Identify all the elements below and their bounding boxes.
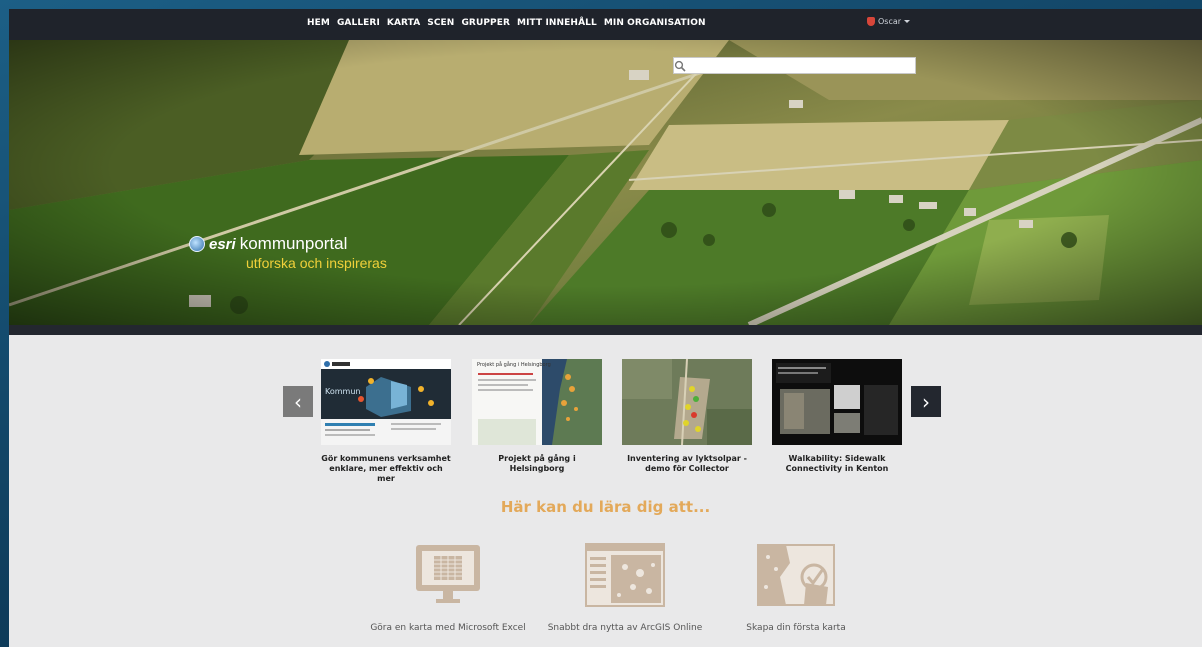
card-title[interactable]: Projekt på gång i Helsingborg (472, 454, 602, 474)
portal-name: kommunportal (239, 234, 348, 253)
nav-item-hem[interactable]: HEM (307, 18, 330, 28)
card-title[interactable]: Inventering av lyktsolpar - demo för Col… (622, 454, 752, 474)
card-thumb-text: Projekt på gång i Helsingborg (477, 362, 551, 368)
chevron-right-icon: › (922, 389, 930, 414)
nav-item-grupper[interactable]: GRUPPER (461, 18, 510, 28)
card-title[interactable]: Gör kommunens verksamhet enklare, mer ef… (321, 454, 451, 484)
search-input[interactable] (674, 63, 897, 79)
user-name: Oscar (878, 17, 902, 26)
monitor-spreadsheet-icon (416, 545, 480, 603)
learn-card-first-map[interactable]: Skapa din första karta (716, 543, 876, 634)
nav-item-galleri[interactable]: GALLERI (337, 18, 380, 28)
gallery-card[interactable]: Projekt på gång i Helsingborg Projekt på… (472, 359, 602, 474)
gallery-card[interactable]: Kommun Gör kommunens verksamhet enklare,… (321, 359, 451, 484)
top-nav: HEM GALLERI KARTA SCEN GRUPPER MITT INNE… (9, 9, 1202, 40)
nav-item-scen[interactable]: SCEN (427, 18, 454, 28)
globe-logo-icon (189, 236, 205, 252)
chevron-left-icon: ‹ (294, 389, 302, 414)
portal-brand: esri kommunportal utforska och inspirera… (189, 234, 387, 271)
hero-divider (9, 325, 1202, 335)
avatar (867, 17, 875, 26)
learn-heading: Här kan du lära dig att... (500, 498, 711, 516)
card-thumbnail (772, 359, 902, 445)
card-thumbnail: Projekt på gång i Helsingborg (472, 359, 602, 445)
aerial-landscape-image (9, 40, 1202, 325)
carousel-prev-button[interactable]: ‹ (283, 386, 313, 417)
esri-logo: esri (209, 235, 236, 253)
gallery-card[interactable]: Walkability: Sidewalk Connectivity in Ke… (772, 359, 902, 474)
nav-item-min-organisation[interactable]: MIN ORGANISATION (604, 18, 706, 28)
card-thumb-text: Kommun (325, 387, 361, 396)
learn-card-label: Göra en karta med Microsoft Excel (370, 623, 526, 633)
nav-item-karta[interactable]: KARTA (387, 18, 420, 28)
featured-carousel: ‹ Kommun Gör kommunens verksamhet enklar… (9, 335, 1202, 485)
carousel-next-button[interactable]: › (911, 386, 941, 417)
web-map-app-icon (585, 543, 665, 607)
learn-card-arcgis[interactable]: Snabbt dra nytta av ArcGIS Online (545, 543, 705, 634)
search-box[interactable] (673, 57, 916, 79)
portal-tagline: utforska och inspireras (246, 255, 387, 271)
hero-banner: esri kommunportal utforska och inspirera… (9, 40, 1202, 325)
search-icon[interactable] (674, 60, 686, 72)
nav-item-mitt-innehall[interactable]: MITT INNEHÅLL (517, 18, 597, 28)
nav-menu: HEM GALLERI KARTA SCEN GRUPPER MITT INNE… (307, 18, 713, 28)
learn-card-excel[interactable]: Göra en karta med Microsoft Excel (368, 543, 528, 634)
browser-page: HEM GALLERI KARTA SCEN GRUPPER MITT INNE… (9, 9, 1202, 647)
learn-card-label: Snabbt dra nytta av ArcGIS Online (547, 623, 703, 633)
card-thumbnail: Kommun (321, 359, 451, 445)
caret-down-icon (904, 20, 911, 23)
card-thumbnail (622, 359, 752, 445)
card-title[interactable]: Walkability: Sidewalk Connectivity in Ke… (772, 454, 902, 474)
user-menu[interactable]: Oscar (867, 17, 911, 26)
gallery-card[interactable]: Inventering av lyktsolpar - demo för Col… (622, 359, 752, 474)
learn-card-label: Skapa din första karta (746, 623, 846, 633)
map-check-icon (757, 544, 835, 606)
